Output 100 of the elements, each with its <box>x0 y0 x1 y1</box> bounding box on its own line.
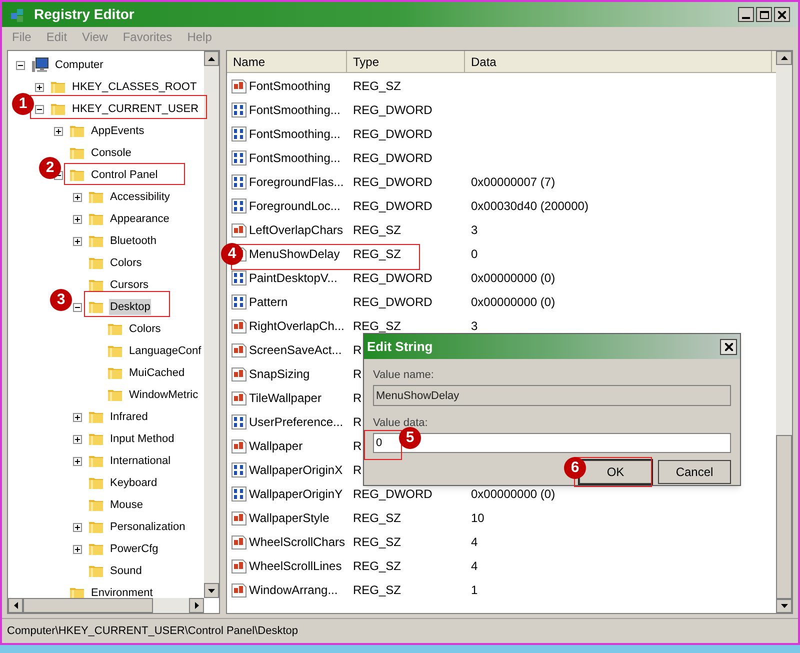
scroll-thumb[interactable] <box>23 598 153 613</box>
field-label: Value name: <box>373 369 434 382</box>
close-button[interactable] <box>720 338 737 354</box>
column-header[interactable]: Name <box>227 51 347 72</box>
value-name[interactable]: WindowArrang... <box>249 581 338 599</box>
value-type: REG_DWORD <box>353 295 432 309</box>
tree-item[interactable]: Colors <box>128 320 162 338</box>
tree-item[interactable]: Input Method <box>109 430 176 448</box>
value-name[interactable]: WallpaperStyle <box>249 509 330 527</box>
scroll-down-button[interactable] <box>204 583 219 598</box>
value-name[interactable]: ForegroundFlas... <box>249 173 344 191</box>
value-name[interactable]: FontSmoothing... <box>249 149 340 167</box>
value-name[interactable]: WheelScrollLines <box>249 557 342 575</box>
value-type: REG_SZ <box>353 583 402 597</box>
scroll-down-button[interactable] <box>776 599 792 613</box>
minimize-button[interactable] <box>738 7 754 22</box>
tree-item[interactable]: LanguageConf <box>128 342 202 360</box>
folder-icon <box>88 475 104 491</box>
scroll-left-button[interactable] <box>8 598 23 613</box>
expand-icon[interactable] <box>72 522 82 532</box>
value-name[interactable]: WallpaperOriginY <box>249 485 343 503</box>
cancel-button[interactable]: Cancel <box>658 460 731 484</box>
expand-icon[interactable] <box>54 126 62 136</box>
value-type: REG_SZ <box>353 559 402 573</box>
tree-item[interactable]: Appearance <box>109 210 170 228</box>
string-value-icon <box>231 366 247 382</box>
tree-item[interactable]: Sound <box>109 562 143 580</box>
value-type: R <box>353 415 362 429</box>
value-type: REG_DWORD <box>353 271 432 285</box>
scroll-right-button[interactable] <box>189 598 204 613</box>
minimize-icon <box>742 17 750 19</box>
value-type: REG_DWORD <box>353 127 432 141</box>
tree-item[interactable]: Cursors <box>109 276 150 294</box>
value-name[interactable]: ScreenSaveAct... <box>249 341 342 359</box>
string-value-icon <box>231 438 247 454</box>
tree-item[interactable]: PowerCfg <box>109 540 160 558</box>
column-header[interactable]: Type <box>347 51 465 72</box>
tree-item[interactable]: Accessibility <box>109 188 171 206</box>
folder-icon <box>88 563 104 579</box>
tree-item[interactable]: HKEY_CURRENT_USER <box>71 100 200 118</box>
value-name[interactable]: Wallpaper <box>249 437 303 455</box>
column-header[interactable]: Data <box>465 51 772 72</box>
tree-item[interactable]: Colors <box>109 254 143 272</box>
status-text: Computer\HKEY_CURRENT_USER\Control Panel\Desktop <box>7 624 298 639</box>
value-name[interactable]: FontSmoothing... <box>249 101 340 119</box>
scroll-thumb[interactable] <box>776 434 792 600</box>
value-name[interactable]: WallpaperOriginX <box>249 461 343 479</box>
scroll-up-button[interactable] <box>204 51 219 66</box>
tree-item[interactable]: Keyboard <box>109 474 158 492</box>
expand-icon[interactable] <box>72 456 82 466</box>
value-name[interactable]: UserPreference... <box>249 413 344 431</box>
tree-item[interactable]: Console <box>90 144 132 162</box>
expand-icon[interactable] <box>34 82 44 92</box>
up-arrow-icon <box>208 56 215 60</box>
tree-item[interactable]: Mouse <box>109 496 144 514</box>
folder-icon <box>107 387 123 403</box>
binary-value-icon <box>231 462 247 478</box>
value-name[interactable]: WheelScrollChars <box>249 533 346 551</box>
collapse-icon[interactable] <box>72 302 82 312</box>
tree-item[interactable]: International <box>109 452 172 470</box>
binary-value-icon <box>231 294 247 310</box>
value-name[interactable]: SnapSizing <box>249 365 310 383</box>
expand-icon[interactable] <box>72 214 82 224</box>
horizontal-scrollbar[interactable] <box>8 598 204 613</box>
tree-item[interactable]: Personalization <box>109 518 186 536</box>
expand-icon[interactable] <box>72 412 82 422</box>
value-name[interactable]: RightOverlapCh... <box>249 317 344 335</box>
collapse-icon[interactable] <box>16 60 24 70</box>
expand-icon[interactable] <box>72 544 82 554</box>
tree-item[interactable]: Bluetooth <box>109 232 158 250</box>
tree-item[interactable]: Desktop <box>109 298 152 316</box>
tree-item[interactable]: Computer <box>54 56 104 74</box>
tree-item[interactable]: Environment <box>90 584 154 598</box>
collapse-icon[interactable] <box>34 104 44 114</box>
value-name[interactable]: TileWallpaper <box>249 389 322 407</box>
value-type: REG_DWORD <box>353 199 432 213</box>
value-name-field[interactable]: MenuShowDelay <box>373 385 731 406</box>
binary-value-icon <box>231 126 247 142</box>
value-name[interactable]: MenuShowDelay <box>249 245 340 263</box>
scroll-up-button[interactable] <box>776 51 792 65</box>
tree-item[interactable]: Control Panel <box>90 166 159 184</box>
tree-item[interactable]: WindowMetric <box>128 386 200 404</box>
value-name[interactable]: FontSmoothing <box>249 77 330 95</box>
value-name[interactable]: ForegroundLoc... <box>249 197 340 215</box>
binary-value-icon <box>231 270 247 286</box>
close-button[interactable] <box>774 7 790 22</box>
tree-item[interactable]: MuiCached <box>128 364 186 382</box>
value-name[interactable]: FontSmoothing... <box>249 125 340 143</box>
tree-item[interactable]: HKEY_CLASSES_ROOT <box>71 78 198 96</box>
maximize-button[interactable] <box>756 7 772 22</box>
tree-item[interactable]: Infrared <box>109 408 149 426</box>
expand-icon[interactable] <box>72 236 82 246</box>
expand-icon[interactable] <box>72 434 82 444</box>
value-name[interactable]: Pattern <box>249 293 288 311</box>
tree-item[interactable]: AppEvents <box>90 122 146 140</box>
value-type: REG_DWORD <box>353 151 432 165</box>
value-name[interactable]: PaintDesktopV... <box>249 269 338 287</box>
folder-icon <box>107 343 123 359</box>
expand-icon[interactable] <box>72 192 82 202</box>
value-name[interactable]: LeftOverlapChars <box>249 221 344 239</box>
